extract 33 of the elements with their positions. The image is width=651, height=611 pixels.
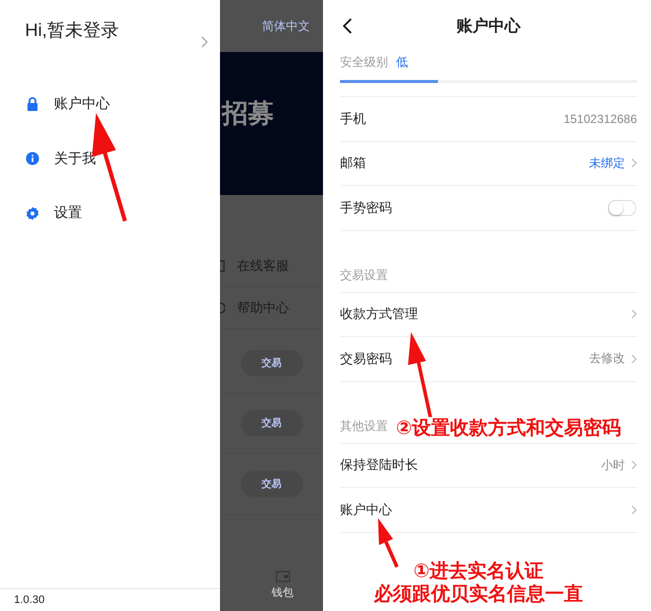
section-title: 交易设置 (340, 266, 388, 284)
greeting-text: Hi,暂未登录 (25, 19, 119, 42)
arrow (378, 518, 399, 568)
settings-icon (26, 206, 39, 220)
security-label: 安全级别 (340, 54, 388, 71)
lock-icon (26, 97, 39, 112)
phone-number: 15102312686 (564, 112, 637, 126)
row-label: 手势密码 (340, 198, 392, 217)
row-label: 手机 (340, 110, 366, 128)
nav-label: 钱包 (272, 586, 294, 600)
annotation-text: 必须跟优贝实名信息一直 (374, 583, 583, 606)
chevron-icon[interactable] (201, 36, 208, 48)
chevron-icon (631, 158, 637, 168)
annotation-text: ②设置收款方式和交易密码 (396, 417, 622, 440)
security-value: 低 (396, 54, 408, 71)
menu-item[interactable]: 账户中心 (0, 77, 220, 132)
section-title: 其他设置 (340, 418, 388, 434)
banner: 招募 (220, 52, 323, 195)
wallet-icon (276, 571, 290, 582)
settings-row[interactable]: 收款方式管理 (340, 292, 637, 337)
version-text: 1.0.30 (0, 588, 220, 611)
back-icon[interactable] (343, 18, 352, 34)
chevron-icon (631, 504, 637, 515)
settings-row[interactable]: 邮箱 未绑定 (340, 142, 637, 186)
page-title: 账户中心 (456, 16, 520, 36)
chevron-icon (631, 354, 637, 364)
settings-row[interactable]: 保持登陆时长 小时 (340, 444, 637, 488)
chevron-icon (631, 309, 637, 320)
chevron-icon (631, 460, 637, 470)
annotation-text: ①进去实名认证 (413, 560, 544, 583)
toggle-switch[interactable] (608, 200, 636, 216)
menu-item[interactable]: 设置 (0, 186, 220, 240)
info-icon (26, 152, 39, 166)
